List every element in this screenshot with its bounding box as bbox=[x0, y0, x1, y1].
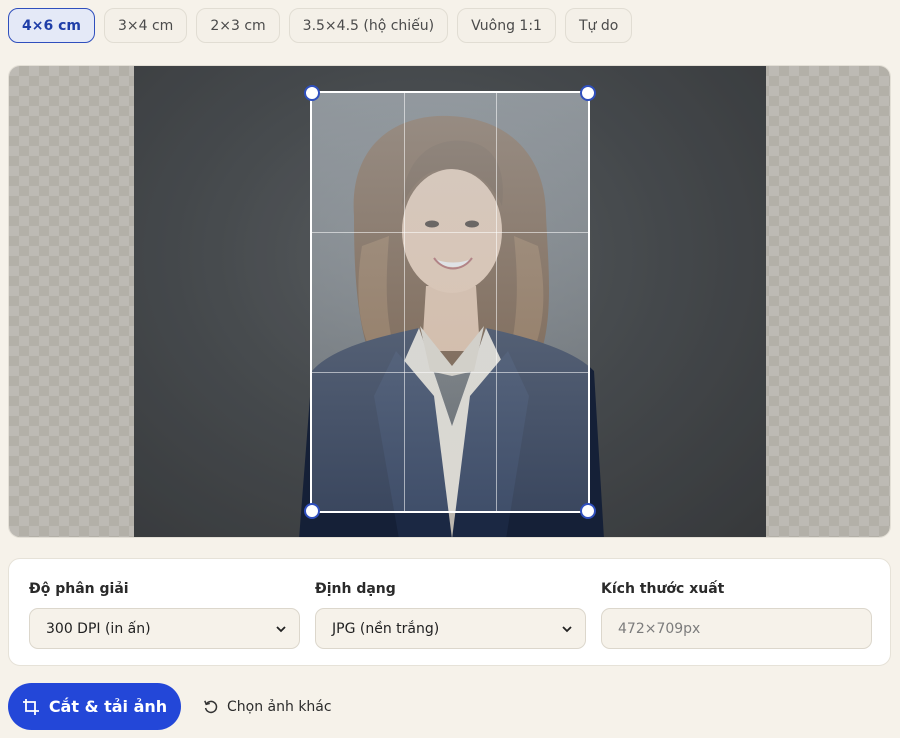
resolution-select[interactable]: 300 DPI (in ấn) bbox=[29, 608, 300, 649]
preset-free[interactable]: Tự do bbox=[564, 8, 633, 43]
format-field: Định dạng JPG (nền trắng) bbox=[315, 579, 586, 649]
export-settings-panel: Độ phân giải 300 DPI (in ấn) Định dạng J… bbox=[8, 558, 891, 666]
crop-download-label: Cắt & tải ảnh bbox=[48, 697, 168, 716]
crop-icon bbox=[22, 698, 39, 715]
resolution-value: 300 DPI (in ấn) bbox=[46, 620, 151, 637]
preset-3x4[interactable]: 3×4 cm bbox=[103, 8, 188, 43]
resolution-label: Độ phân giải bbox=[29, 581, 129, 597]
crop-handle-top-right[interactable] bbox=[580, 85, 596, 101]
format-label: Định dạng bbox=[315, 581, 396, 597]
output-size-input[interactable]: 472×709px bbox=[601, 608, 872, 649]
output-size-placeholder: 472×709px bbox=[618, 620, 701, 637]
format-select[interactable]: JPG (nền trắng) bbox=[315, 608, 586, 649]
grid-line bbox=[312, 371, 588, 373]
preset-passport[interactable]: 3.5×4.5 (hộ chiếu) bbox=[288, 8, 449, 43]
size-preset-bar: 4×6 cm 3×4 cm 2×3 cm 3.5×4.5 (hộ chiếu) … bbox=[8, 8, 633, 43]
crop-handle-bottom-right[interactable] bbox=[580, 503, 596, 519]
choose-other-label: Chọn ảnh khác bbox=[227, 698, 332, 715]
preset-4x6[interactable]: 4×6 cm bbox=[8, 8, 95, 43]
chevron-down-icon bbox=[562, 625, 572, 632]
crop-highlight bbox=[312, 93, 588, 511]
output-size-label: Kích thước xuất bbox=[601, 581, 725, 597]
choose-other-button[interactable]: Chọn ảnh khác bbox=[203, 699, 332, 715]
preset-square[interactable]: Vuông 1:1 bbox=[457, 8, 556, 43]
grid-line bbox=[403, 93, 405, 511]
chevron-down-icon bbox=[276, 625, 286, 632]
format-value: JPG (nền trắng) bbox=[332, 620, 440, 637]
preset-2x3[interactable]: 2×3 cm bbox=[196, 8, 280, 43]
resolution-field: Độ phân giải 300 DPI (in ấn) bbox=[29, 579, 300, 649]
crop-stage bbox=[8, 65, 891, 538]
output-size-field: Kích thước xuất 472×709px bbox=[601, 579, 872, 649]
rotate-ccw-icon bbox=[204, 700, 218, 713]
crop-handle-bottom-left[interactable] bbox=[304, 503, 320, 519]
crop-frame[interactable] bbox=[304, 85, 596, 519]
grid-line bbox=[312, 232, 588, 234]
action-bar: Cắt & tải ảnh Chọn ảnh khác bbox=[8, 683, 332, 730]
grid-line bbox=[495, 93, 497, 511]
crop-handle-top-left[interactable] bbox=[304, 85, 320, 101]
crop-download-button[interactable]: Cắt & tải ảnh bbox=[8, 683, 181, 730]
